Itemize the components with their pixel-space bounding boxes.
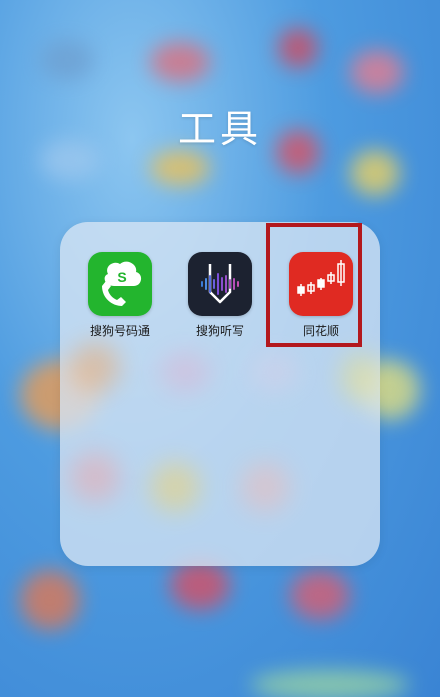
blurred-app (70, 342, 120, 392)
blurred-app (150, 462, 200, 512)
highlight-box (266, 223, 362, 347)
home-screen: 工具 S 搜狗号码通 搜狗听写 同花顺 (0, 0, 440, 697)
blurred-app (250, 352, 300, 392)
blurred-app (160, 352, 210, 392)
app-label: 搜狗听写 (195, 324, 244, 338)
svg-text:S: S (117, 269, 126, 285)
app-sogou-dictation[interactable]: 搜狗听写 (180, 252, 260, 339)
blurred-app (150, 150, 210, 186)
app-label: 搜狗号码通 (89, 324, 150, 338)
blurred-app (170, 560, 230, 610)
blurred-app (350, 150, 400, 196)
blurred-app (150, 42, 210, 82)
blurred-app (350, 50, 404, 94)
blurred-app (20, 570, 80, 630)
blurred-app (340, 352, 380, 402)
folder-title[interactable]: 工具 (0, 98, 440, 153)
sogou-phone-icon[interactable]: S (88, 252, 152, 316)
sogou-dictation-icon[interactable] (188, 252, 252, 316)
blurred-app (278, 28, 318, 68)
blurred-app (290, 570, 350, 620)
blurred-app (250, 670, 410, 697)
app-sogou-phone[interactable]: S 搜狗号码通 (80, 252, 160, 339)
blurred-app (240, 462, 290, 512)
blurred-app (70, 452, 120, 502)
blurred-app (40, 40, 94, 80)
